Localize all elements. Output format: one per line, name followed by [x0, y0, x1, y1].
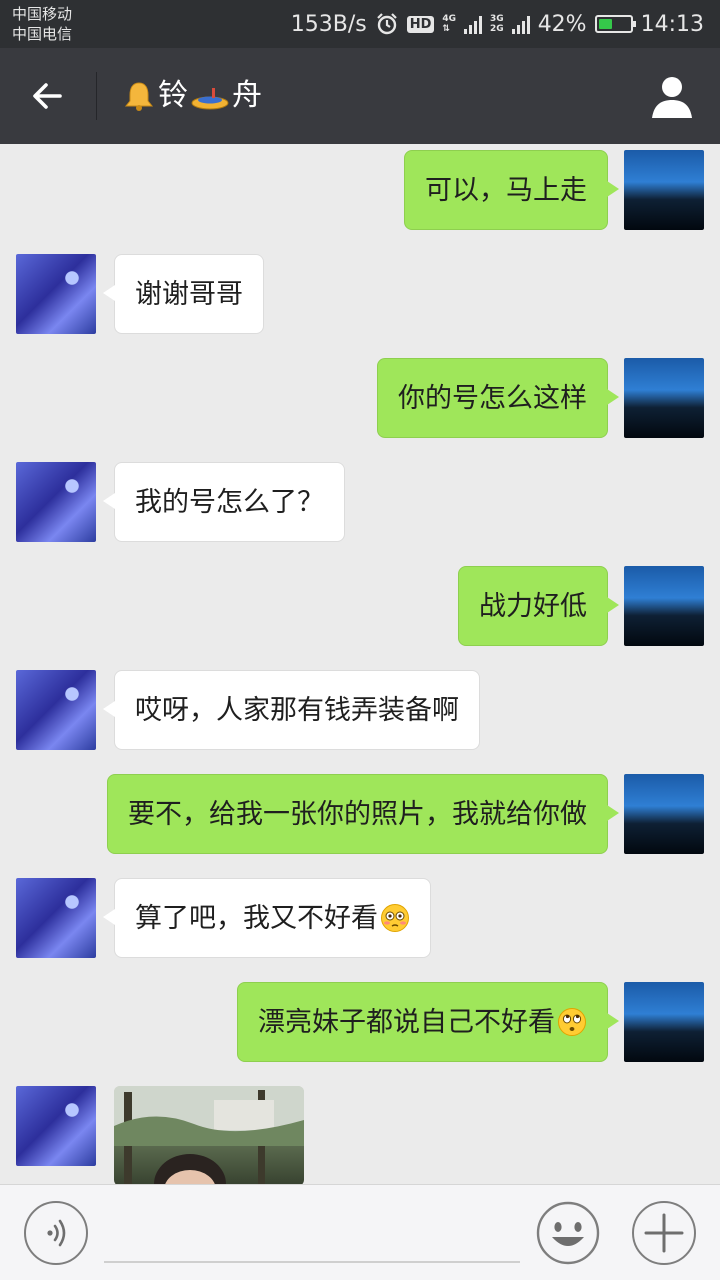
incoming-message[interactable]: 谢谢哥哥: [103, 254, 264, 334]
incoming-message[interactable]: 算了吧，我又不好看: [103, 878, 431, 958]
bell-icon: [124, 82, 154, 111]
input-bar: [0, 1184, 720, 1280]
message-text: 你的号怎么这样: [398, 383, 587, 414]
net-type-2: 3G 2G: [490, 14, 504, 34]
contact-avatar[interactable]: [16, 670, 96, 750]
contact-avatar[interactable]: [16, 1086, 96, 1166]
alarm-icon: [376, 13, 397, 35]
title-name-1: 铃: [158, 78, 188, 113]
header-divider: [96, 72, 97, 120]
net-type-1-arrows: ⇅: [442, 24, 450, 34]
status-indicators: 153B/s HD 4G ⇅ 3G 2G 42% 14:13: [291, 8, 704, 40]
signal-bars-1-icon: [464, 14, 483, 34]
incoming-message[interactable]: 哎呀，人家那有钱弄装备啊: [103, 670, 480, 750]
message-text: 谢谢哥哥: [135, 279, 243, 310]
battery-fill: [598, 19, 612, 29]
status-bar: 中国移动 中国电信 153B/s HD 4G ⇅ 3G 2G 42% 14:13: [0, 0, 720, 48]
incoming-message[interactable]: 我的号怎么了？: [103, 462, 345, 542]
contact-avatar[interactable]: [16, 878, 96, 958]
net-type-1: 4G ⇅: [442, 14, 456, 34]
message-text: 要不，给我一张你的照片，我就给你做: [128, 799, 587, 830]
signal-bars-2-icon: [511, 14, 530, 34]
my-avatar[interactable]: [624, 982, 704, 1062]
outgoing-message[interactable]: 你的号怎么这样: [377, 358, 619, 438]
outgoing-message[interactable]: 漂亮妹子都说自己不好看: [237, 982, 619, 1062]
net-type-1-label: 4G: [442, 14, 457, 24]
back-arrow-icon[interactable]: [26, 74, 70, 118]
message-text: 可以，马上走: [425, 175, 587, 206]
plus-icon: [644, 1213, 684, 1253]
carrier-1: 中国移动: [12, 5, 73, 23]
net-speed: 153B/s: [290, 11, 367, 37]
contact-avatar[interactable]: [16, 254, 96, 334]
profile-icon[interactable]: [650, 72, 694, 120]
boat-icon: [191, 88, 229, 110]
chat-messages[interactable]: 可以，马上走 谢谢哥哥 你的号怎么这样 我的号怎么了？ 战力好低 哎呀，人家那有…: [0, 144, 720, 1184]
outgoing-message[interactable]: 要不，给我一张你的照片，我就给你做: [107, 774, 619, 854]
message-input[interactable]: [104, 1203, 520, 1263]
voice-icon: [47, 1219, 66, 1247]
title-name-2: 舟: [232, 78, 262, 113]
net-type-2a-label: 3G: [490, 14, 504, 24]
my-avatar[interactable]: [624, 566, 704, 646]
flushed-face-icon: [381, 903, 409, 932]
chat-header: 铃 舟: [0, 48, 720, 144]
message-text: 算了吧，我又不好看: [135, 903, 378, 934]
contact-avatar[interactable]: [16, 462, 96, 542]
message-text: 我的号怎么了？: [135, 487, 324, 518]
net-type-2b-label: 2G: [490, 24, 504, 34]
clock: 14:13: [640, 11, 704, 37]
message-text: 战力好低: [479, 591, 587, 622]
hd-badge: HD: [406, 15, 435, 33]
message-text: 漂亮妹子都说自己不好看: [258, 1007, 555, 1038]
carrier-2: 中国电信: [12, 25, 73, 43]
more-options-button[interactable]: [632, 1201, 696, 1265]
battery-icon: [594, 15, 636, 33]
photo-content: [114, 1086, 304, 1184]
photo-message[interactable]: [114, 1086, 304, 1184]
my-avatar[interactable]: [624, 774, 704, 854]
my-avatar[interactable]: [624, 150, 704, 230]
carrier-labels: 中国移动 中国电信: [12, 4, 72, 44]
voice-input-button[interactable]: [24, 1201, 88, 1265]
chat-title: 铃 舟: [122, 76, 262, 116]
battery-percent: 42%: [537, 11, 587, 37]
emoji-button-icon[interactable]: [536, 1201, 600, 1265]
my-avatar[interactable]: [624, 358, 704, 438]
message-text: 哎呀，人家那有钱弄装备啊: [135, 695, 459, 726]
outgoing-message[interactable]: 可以，马上走: [404, 150, 619, 230]
eye-roll-face-icon: [558, 1007, 586, 1036]
outgoing-message[interactable]: 战力好低: [458, 566, 619, 646]
